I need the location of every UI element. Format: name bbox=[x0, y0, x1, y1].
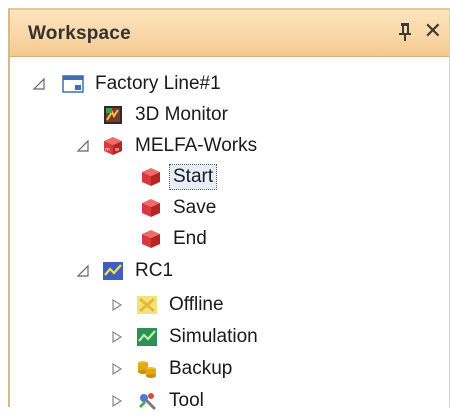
tree-item-melfa-works[interactable]: m w MELFA-Works bbox=[76, 131, 260, 161]
svg-text:w: w bbox=[115, 147, 119, 153]
simulation-icon bbox=[137, 328, 157, 346]
tree-item-label: Backup bbox=[169, 358, 233, 379]
tree-item-label: Simulation bbox=[169, 326, 258, 347]
tree-item-label: Start bbox=[168, 164, 218, 190]
melfa-cube-icon bbox=[142, 230, 160, 248]
tree-item-3d-monitor[interactable]: 3D Monitor bbox=[102, 100, 231, 130]
monitor-3d-icon bbox=[104, 106, 122, 124]
workspace-window-icon bbox=[62, 75, 84, 93]
workspace-tree: Factory Line#1 3D Monitor m w MELFA-Work… bbox=[10, 57, 449, 411]
panel-title-bar: Workspace ✕ bbox=[10, 10, 449, 57]
tree-item-backup[interactable]: Backup bbox=[110, 354, 235, 384]
svg-text:m: m bbox=[105, 147, 110, 153]
tree-item-tool[interactable]: Tool bbox=[110, 386, 207, 416]
expand-triangle-icon[interactable] bbox=[110, 298, 124, 312]
expand-triangle-icon[interactable] bbox=[110, 330, 124, 344]
tree-item-label: End bbox=[173, 228, 207, 249]
tree-item-label: Factory Line#1 bbox=[95, 73, 221, 94]
tree-item-label: 3D Monitor bbox=[135, 104, 228, 125]
backup-icon bbox=[138, 361, 156, 378]
melfa-cube-icon bbox=[142, 168, 160, 186]
offline-icon bbox=[137, 296, 157, 314]
workspace-panel: Workspace ✕ Factory Line#1 3D Monitor m … bbox=[8, 8, 450, 411]
tree-item-rc1[interactable]: RC1 bbox=[76, 256, 176, 286]
melfa-cube-icon bbox=[142, 199, 160, 217]
tree-item-end[interactable]: End bbox=[140, 224, 210, 254]
tree-item-start[interactable]: Start bbox=[140, 162, 218, 192]
tree-item-label: Save bbox=[173, 197, 217, 218]
close-icon[interactable]: ✕ bbox=[424, 19, 442, 43]
panel-title: Workspace bbox=[28, 23, 131, 44]
tree-item-offline[interactable]: Offline bbox=[110, 290, 227, 320]
tool-icon bbox=[138, 393, 157, 411]
expand-triangle-icon[interactable] bbox=[110, 362, 124, 376]
tree-item-save[interactable]: Save bbox=[140, 193, 219, 223]
expand-triangle-icon[interactable] bbox=[110, 394, 124, 408]
collapse-triangle-icon[interactable] bbox=[76, 264, 90, 278]
tree-item-label: RC1 bbox=[135, 260, 174, 281]
tree-item-factory-line[interactable]: Factory Line#1 bbox=[32, 69, 224, 99]
tree-item-label: Tool bbox=[169, 390, 204, 411]
collapse-triangle-icon[interactable] bbox=[32, 77, 46, 91]
tree-item-label: Offline bbox=[169, 294, 224, 315]
collapse-triangle-icon[interactable] bbox=[76, 139, 90, 153]
pin-icon[interactable] bbox=[397, 21, 413, 43]
melfa-cube-icon: m w bbox=[104, 137, 122, 155]
tree-item-simulation[interactable]: Simulation bbox=[110, 322, 261, 352]
robot-controller-icon bbox=[103, 262, 123, 280]
tree-item-label: MELFA-Works bbox=[135, 135, 258, 156]
